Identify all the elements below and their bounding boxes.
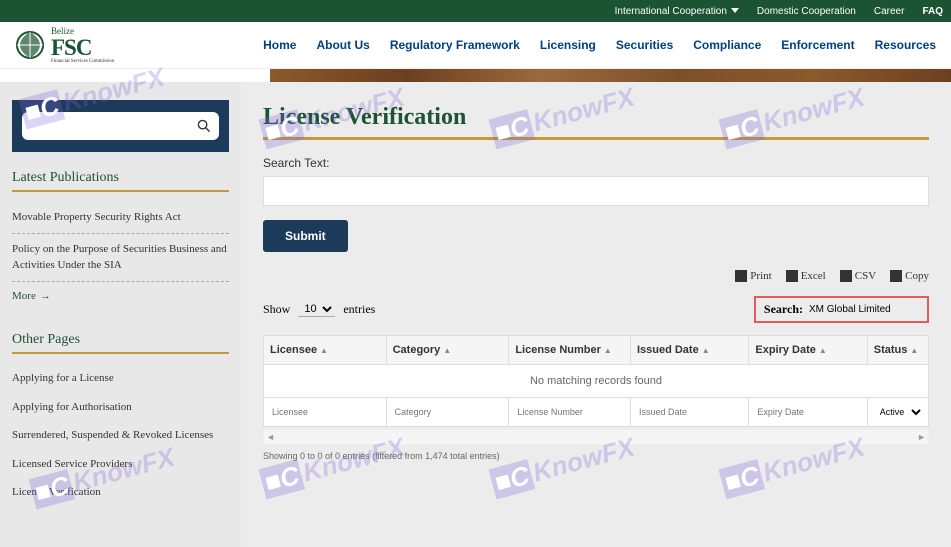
show-label: Show	[263, 302, 290, 317]
col-licensee[interactable]: Licensee▲	[264, 336, 387, 365]
copy-icon	[890, 270, 902, 282]
print-icon	[735, 270, 747, 282]
no-records-message: No matching records found	[264, 365, 929, 398]
sort-icon: ▲	[819, 346, 827, 355]
search-text-input[interactable]	[263, 176, 929, 206]
sidebar-link-apply-auth[interactable]: Applying for Authorisation	[12, 393, 229, 422]
main-content: License Verification Search Text: Submit…	[241, 82, 951, 547]
sidebar-link-providers[interactable]: Licensed Service Providers	[12, 450, 229, 479]
nav-regulatory[interactable]: Regulatory Framework	[390, 38, 520, 52]
chevron-down-icon	[731, 8, 739, 13]
col-license-number[interactable]: License Number▲	[509, 336, 631, 365]
sort-icon: ▲	[702, 346, 710, 355]
logo-icon	[15, 30, 45, 60]
table-search-highlight: Search:	[754, 296, 929, 323]
table-info: Showing 0 to 0 of 0 entries (filtered fr…	[263, 451, 929, 461]
sidebar: Latest Publications Movable Property Sec…	[0, 82, 241, 547]
print-button[interactable]: Print	[735, 270, 771, 282]
filter-status[interactable]: Active	[872, 402, 924, 422]
col-category[interactable]: Category▲	[386, 336, 509, 365]
sidebar-more[interactable]: More→	[12, 282, 229, 310]
search-text-label: Search Text:	[263, 156, 929, 170]
csv-button[interactable]: CSV	[840, 270, 876, 282]
entries-label: entries	[343, 302, 375, 317]
sort-icon: ▲	[443, 346, 451, 355]
col-issued-date[interactable]: Issued Date▲	[630, 336, 748, 365]
sidebar-search-wrap	[12, 100, 229, 152]
filter-issued-date[interactable]	[635, 403, 744, 421]
submit-button[interactable]: Submit	[263, 220, 348, 252]
sidebar-publications-title: Latest Publications	[12, 170, 229, 192]
scroll-left-icon[interactable]: ◄	[266, 432, 275, 442]
topbar-domestic[interactable]: Domestic Cooperation	[757, 6, 856, 17]
filter-category[interactable]	[391, 403, 505, 421]
table-search-label: Search:	[764, 302, 803, 317]
nav-securities[interactable]: Securities	[616, 38, 673, 52]
nav-resources[interactable]: Resources	[875, 38, 936, 52]
csv-icon	[840, 270, 852, 282]
filter-expiry-date[interactable]	[753, 403, 862, 421]
sort-icon: ▲	[320, 346, 328, 355]
col-status[interactable]: Status▲	[867, 336, 928, 365]
sidebar-link-apply-license[interactable]: Applying for a License	[12, 364, 229, 393]
sidebar-link-verification[interactable]: License Verification	[12, 478, 229, 507]
logo[interactable]: Belize FSC Financial Services Commission	[15, 27, 114, 64]
logo-main: FSC	[51, 36, 114, 59]
sidebar-pub-item[interactable]: Movable Property Security Rights Act	[12, 202, 229, 234]
table-search-input[interactable]	[809, 304, 919, 315]
topbar-career[interactable]: Career	[874, 6, 905, 17]
sort-icon: ▲	[910, 346, 918, 355]
excel-icon	[786, 270, 798, 282]
main-nav: Home About Us Regulatory Framework Licen…	[263, 38, 936, 52]
nav-enforcement[interactable]: Enforcement	[781, 38, 854, 52]
nav-compliance[interactable]: Compliance	[693, 38, 761, 52]
sidebar-link-surrendered[interactable]: Surrendered, Suspended & Revoked License…	[12, 421, 229, 450]
topbar-faq[interactable]: FAQ	[922, 6, 943, 17]
col-expiry-date[interactable]: Expiry Date▲	[749, 336, 867, 365]
arrow-right-icon: →	[40, 290, 51, 302]
sidebar-search-input[interactable]	[30, 119, 197, 133]
filter-license-number[interactable]	[513, 403, 626, 421]
nav-about[interactable]: About Us	[316, 38, 369, 52]
scroll-right-icon[interactable]: ►	[917, 432, 926, 442]
license-table: Licensee▲ Category▲ License Number▲ Issu…	[263, 335, 929, 427]
sidebar-other-title: Other Pages	[12, 332, 229, 354]
nav-home[interactable]: Home	[263, 38, 296, 52]
entries-select[interactable]: 10	[298, 302, 335, 317]
page-title: License Verification	[263, 104, 929, 140]
topbar-international[interactable]: International Cooperation	[615, 6, 739, 17]
banner-image	[270, 69, 951, 82]
filter-licensee[interactable]	[268, 403, 382, 421]
search-icon[interactable]	[197, 119, 211, 133]
sidebar-pub-item[interactable]: Policy on the Purpose of Securities Busi…	[12, 234, 229, 282]
nav-licensing[interactable]: Licensing	[540, 38, 596, 52]
sort-icon: ▲	[604, 346, 612, 355]
excel-button[interactable]: Excel	[786, 270, 826, 282]
logo-sub: Financial Services Commission	[51, 59, 114, 64]
copy-button[interactable]: Copy	[890, 270, 929, 282]
